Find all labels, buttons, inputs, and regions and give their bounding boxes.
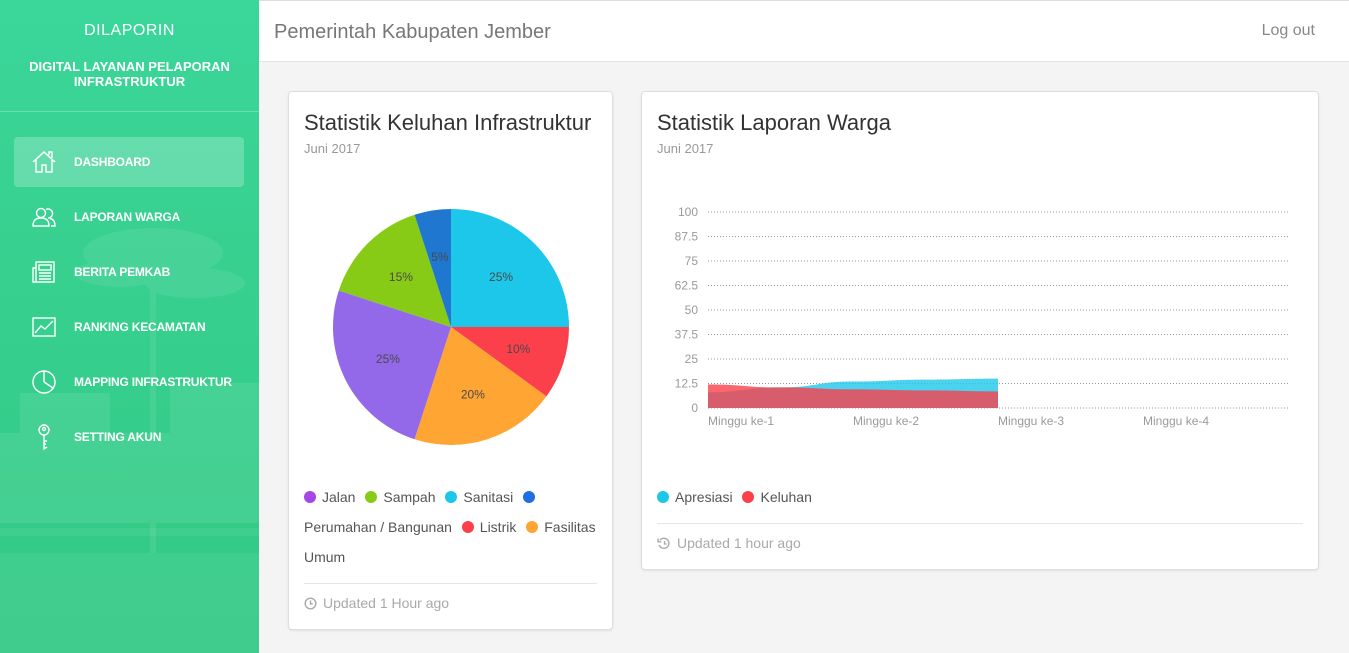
legend-dot-icon	[657, 491, 669, 503]
home-icon	[30, 148, 58, 176]
pie-slice-label: 10%	[506, 342, 530, 356]
brand-name: DILAPORIN	[84, 22, 175, 39]
footer-text: Updated 1 Hour ago	[323, 595, 450, 611]
legend-dot-icon	[365, 491, 378, 503]
y-tick-label: 37.5	[675, 328, 699, 342]
sidebar-item-label: RANKING KECAMATAN	[74, 320, 206, 334]
legend-dot-icon	[461, 521, 474, 533]
line-chart-icon	[30, 313, 58, 341]
legend-dot-icon	[742, 491, 755, 503]
page-title: Pemerintah Kabupaten Jember	[274, 21, 551, 43]
legend-item: Keluhan	[742, 489, 817, 505]
pie-slice-label: 15%	[389, 270, 413, 284]
x-tick-label: Minggu ke-2	[853, 414, 919, 428]
sidebar-item-setting-akun[interactable]: SETTING AKUN	[14, 412, 244, 462]
card-title: Statistik Laporan Warga	[657, 110, 891, 135]
sidebar-item-label: LAPORAN WARGA	[74, 210, 181, 224]
legend-dot-icon	[523, 491, 536, 503]
sidebar-item-laporan-warga[interactable]: LAPORAN WARGA	[14, 192, 244, 242]
pie-slice	[451, 209, 569, 327]
y-tick-label: 100	[678, 205, 698, 219]
legend-item: Jalan	[304, 489, 361, 505]
y-tick-label: 12.5	[675, 377, 699, 391]
card-divider	[304, 583, 597, 584]
sidebar-nav: DASHBOARD LAPORAN WARGA BERITA PEMKAB RA…	[0, 112, 259, 462]
key-icon	[30, 423, 58, 451]
card-subtitle: Juni 2017	[304, 141, 361, 156]
y-tick-label: 25	[685, 352, 699, 366]
top-navbar: Pemerintah Kabupaten Jember Log out	[259, 0, 1349, 62]
y-tick-label: 87.5	[675, 230, 699, 244]
legend-item: Sampah	[365, 489, 441, 505]
brand: DILAPORIN DIGITAL LAYANAN PELAPORAN INFR…	[0, 0, 259, 112]
pie-chart: 25% 10% 20% 25% 15% 5%	[333, 209, 569, 445]
card-title: Statistik Keluhan Infrastruktur	[304, 110, 592, 135]
card-divider	[657, 523, 1303, 524]
y-tick-label: 0	[691, 401, 698, 415]
sidebar-item-label: DASHBOARD	[74, 155, 151, 169]
history-icon	[657, 537, 670, 549]
footer-text: Updated 1 hour ago	[677, 535, 801, 551]
pie-chart-icon	[30, 368, 58, 396]
area-legend: Apresiasi Keluhan	[657, 482, 818, 512]
sidebar-item-label: SETTING AKUN	[74, 430, 162, 444]
x-tick-label: Minggu ke-4	[1143, 414, 1209, 428]
legend-item: Sanitasi	[445, 489, 519, 505]
legend-dot-icon	[304, 491, 316, 503]
card-footer: Updated 1 Hour ago	[304, 595, 449, 611]
sidebar-item-label: MAPPING INFRASTRUKTUR	[74, 375, 232, 389]
sidebar-item-berita-pemkab[interactable]: BERITA PEMKAB	[14, 247, 244, 297]
logout-link[interactable]: Log out	[1262, 22, 1315, 40]
sidebar-item-label: BERITA PEMKAB	[74, 265, 171, 279]
users-icon	[30, 203, 58, 231]
pie-slice-label: 20%	[461, 387, 485, 401]
pie-slice-label: 25%	[489, 270, 513, 284]
newspaper-icon	[30, 258, 58, 286]
y-tick-label: 62.5	[675, 279, 699, 293]
area-chart: 100 87.5 75 62.5 50 37.5 25 12.5 0 Minggu ke-1 Min…	[675, 205, 1288, 428]
card-footer: Updated 1 hour ago	[657, 535, 801, 551]
pie-slice-label: 5%	[431, 250, 449, 264]
sidebar-item-ranking-kecamatan[interactable]: RANKING KECAMATAN	[14, 302, 244, 352]
legend-dot-icon	[526, 521, 539, 533]
x-tick-label: Minggu ke-3	[998, 414, 1064, 428]
sidebar-item-dashboard[interactable]: DASHBOARD	[14, 137, 244, 187]
area-chart-card: Statistik Laporan Warga Juni 2017 100 87.…	[641, 91, 1319, 570]
brand-subtitle: DIGITAL LAYANAN PELAPORAN INFRASTRUKTUR	[29, 59, 230, 89]
legend-item: Listrik	[461, 519, 523, 535]
y-tick-label: 50	[685, 303, 699, 317]
pie-legend: Jalan Sampah Sanitasi Perumahan / Bangun…	[304, 482, 604, 572]
sidebar: DILAPORIN DIGITAL LAYANAN PELAPORAN INFR…	[0, 0, 259, 653]
x-tick-label: Minggu ke-1	[708, 414, 774, 428]
legend-dot-icon	[445, 491, 458, 503]
pie-chart-card: Statistik Keluhan Infrastruktur Juni 201…	[288, 91, 613, 630]
clock-icon	[304, 596, 317, 610]
card-subtitle: Juni 2017	[657, 141, 714, 156]
y-tick-label: 75	[685, 254, 699, 268]
pie-slice-label: 25%	[376, 352, 400, 366]
legend-item: Apresiasi	[657, 489, 739, 505]
sidebar-item-mapping-infrastruktur[interactable]: MAPPING INFRASTRUKTUR	[14, 357, 244, 407]
